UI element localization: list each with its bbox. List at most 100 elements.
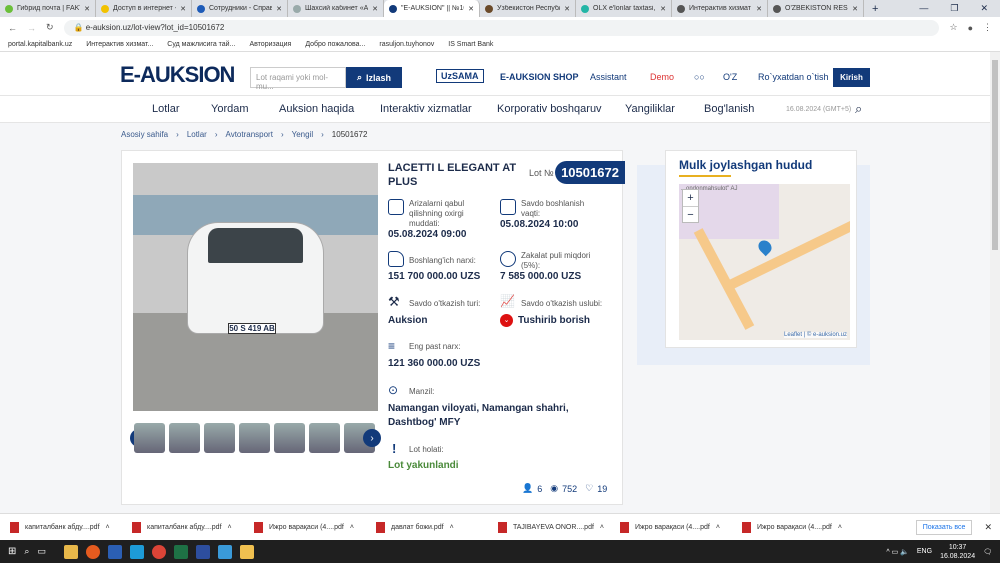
browser-tab[interactable]: Интерактив хизмат ✕ <box>672 0 768 17</box>
nav-yordam[interactable]: Yordam <box>211 103 249 115</box>
reload-icon[interactable]: ↻ <box>46 22 54 33</box>
lot-photo[interactable]: 50 S 419 AB <box>133 163 378 411</box>
menu-icon[interactable]: ⋮ <box>983 22 992 33</box>
map[interactable]: ...ondonmahsulot" AJ + − Leaflet | © e-au… <box>679 184 850 340</box>
download-item[interactable]: давлат божи.pdf ˄ <box>366 521 488 533</box>
browser-tab[interactable]: OLX e'lonlar taxtasi, ✕ <box>576 0 672 17</box>
close-tab-icon[interactable]: ✕ <box>852 5 858 13</box>
map-attribution[interactable]: Leaflet | © e-auksion.uz <box>783 332 847 338</box>
map-marker-icon[interactable] <box>755 237 775 257</box>
shop-link[interactable]: E-AUKSION SHOP <box>500 72 579 82</box>
close-tab-icon[interactable]: ✕ <box>372 5 378 13</box>
site-logo[interactable]: E-AUKSION <box>120 62 235 88</box>
crumb-link[interactable]: Avtotransport <box>226 130 273 139</box>
language-indicator[interactable]: ENG <box>917 548 932 555</box>
minimize-button[interactable]: — <box>919 3 928 14</box>
skype-icon[interactable] <box>129 544 144 559</box>
close-tab-icon[interactable]: ✕ <box>564 5 570 13</box>
notifications-icon[interactable]: 🗨 <box>983 548 992 556</box>
close-tab-icon[interactable]: ✕ <box>276 5 282 13</box>
search-input[interactable]: Lot raqami yoki mol-mu... <box>250 67 346 91</box>
maximize-button[interactable]: ❐ <box>950 3 958 14</box>
search-button[interactable]: ⌕ Izlash <box>346 67 402 88</box>
uzsama-logo[interactable]: UzSAMA <box>436 69 484 83</box>
scrollbar[interactable] <box>990 52 1000 513</box>
chrome-icon[interactable] <box>151 544 166 559</box>
download-item[interactable]: TAJIBAYEVA ONOR....pdf ˄ <box>488 521 610 533</box>
search-icon[interactable]: ⌕ <box>24 546 29 557</box>
browser-tab-active[interactable]: "E-AUKSION" || №10 ✕ <box>384 0 480 17</box>
back-icon[interactable]: ← <box>8 23 17 33</box>
download-item[interactable]: Ижро варақаси (4....pdf ˄ <box>610 521 732 533</box>
browser-tab[interactable]: Доступ в интернет - ✕ <box>96 0 192 17</box>
accessibility-glasses-icon[interactable]: ○○ <box>694 72 705 82</box>
crumb-link[interactable]: Lotlar <box>187 130 207 139</box>
login-button[interactable]: Kirish <box>833 68 870 87</box>
bookmark[interactable]: rasuljon.tuyhonov <box>379 41 434 48</box>
close-tab-icon[interactable]: ✕ <box>756 5 762 13</box>
close-tab-icon[interactable]: ✕ <box>660 5 666 13</box>
clock[interactable]: 10:37 16.08.2024 <box>940 543 975 561</box>
search-icon[interactable]: ⌕ <box>855 101 862 117</box>
nav-auksion-haqida[interactable]: Auksion haqida <box>279 103 354 115</box>
close-tab-icon[interactable]: ✕ <box>84 5 90 13</box>
crumb-link[interactable]: Yengil <box>292 130 314 139</box>
notes-app-icon[interactable] <box>239 544 254 559</box>
close-tab-icon[interactable]: ✕ <box>468 5 474 13</box>
zoom-out-button[interactable]: − <box>683 206 698 223</box>
url-input[interactable]: 🔒 e-auksion.uz/lot-view?lot_id=10501672 <box>63 19 940 36</box>
bookmark[interactable]: Интерактив хизмат... <box>86 41 153 48</box>
close-window-button[interactable]: ✕ <box>980 3 988 14</box>
heart-icon[interactable]: ♡ <box>585 483 593 494</box>
task-view-icon[interactable]: ▭ <box>37 546 46 557</box>
thumbnail[interactable] <box>134 423 165 453</box>
assistant-link[interactable]: Assistant <box>590 72 627 82</box>
bookmark[interactable]: Добро пожалова... <box>305 41 365 48</box>
crumb-link[interactable]: Asosiy sahifa <box>121 130 168 139</box>
download-item[interactable]: капиталбанк абду....pdf ˄ <box>122 521 244 533</box>
thumb-next-button[interactable]: › <box>363 429 381 447</box>
download-item[interactable]: Ижро варақаси (4....pdf ˄ <box>244 521 366 533</box>
nav-korporativ[interactable]: Korporativ boshqaruv <box>497 103 602 115</box>
thumbnail[interactable] <box>274 423 305 453</box>
show-all-downloads-button[interactable]: Показать все <box>915 519 973 535</box>
save-app-icon[interactable] <box>195 544 210 559</box>
browser-tab[interactable]: O'ZBEKISTON RESPU✕ <box>768 0 864 17</box>
map-app-icon[interactable] <box>217 544 232 559</box>
browser-tab[interactable]: Ўзбекистон Республи ✕ <box>480 0 576 17</box>
download-item[interactable]: капиталбанк абду....pdf ˄ <box>0 521 122 533</box>
nav-lotlar[interactable]: Lotlar <box>152 103 180 115</box>
thumbnail[interactable] <box>309 423 340 453</box>
nav-interaktiv[interactable]: Interaktiv xizmatlar <box>380 103 472 115</box>
thumbnail[interactable] <box>169 423 200 453</box>
firefox-icon[interactable] <box>85 544 100 559</box>
thumbnail[interactable] <box>204 423 235 453</box>
thumbnail[interactable] <box>239 423 270 453</box>
close-tab-icon[interactable]: ✕ <box>180 5 186 13</box>
bookmark[interactable]: portal.kapitalbank.uz <box>8 41 72 48</box>
browser-tab[interactable]: Шахсий кабинет «AD ✕ <box>288 0 384 17</box>
nav-yangiliklar[interactable]: Yangiliklar <box>625 103 675 115</box>
bookmark[interactable]: Авторизация <box>249 41 291 48</box>
language-select[interactable]: O'Z <box>723 72 737 82</box>
star-icon[interactable]: ☆ <box>949 22 957 33</box>
bookmark[interactable]: Суд мажлисига тай... <box>167 41 235 48</box>
forward-icon[interactable]: → <box>27 23 36 33</box>
bookmark[interactable]: IS Smart Bank <box>448 41 493 48</box>
status-value: Lot yakunlandi <box>388 460 459 471</box>
register-link[interactable]: Ro`yxatdan o`tish <box>758 72 829 82</box>
new-tab-button[interactable]: + <box>872 3 878 15</box>
tray-icons[interactable]: ^ ▭ 🔈 <box>886 548 909 556</box>
windows-start-icon[interactable]: ⊞ <box>8 546 16 557</box>
demo-link[interactable]: Demo <box>650 72 674 82</box>
excel-icon[interactable] <box>173 544 188 559</box>
explorer-icon[interactable] <box>63 544 78 559</box>
download-item[interactable]: Ижро варақаси (4....pdf ˄ <box>732 521 854 533</box>
word-icon[interactable] <box>107 544 122 559</box>
browser-tab[interactable]: Гибрид почта | FAKT ✕ <box>0 0 96 17</box>
zoom-in-button[interactable]: + <box>683 190 698 206</box>
nav-boglanish[interactable]: Bog'lanish <box>704 103 754 115</box>
browser-tab[interactable]: Сотрудники - Справ ✕ <box>192 0 288 17</box>
profile-icon[interactable]: ● <box>968 23 973 33</box>
close-downloads-icon[interactable]: ✕ <box>984 522 992 533</box>
